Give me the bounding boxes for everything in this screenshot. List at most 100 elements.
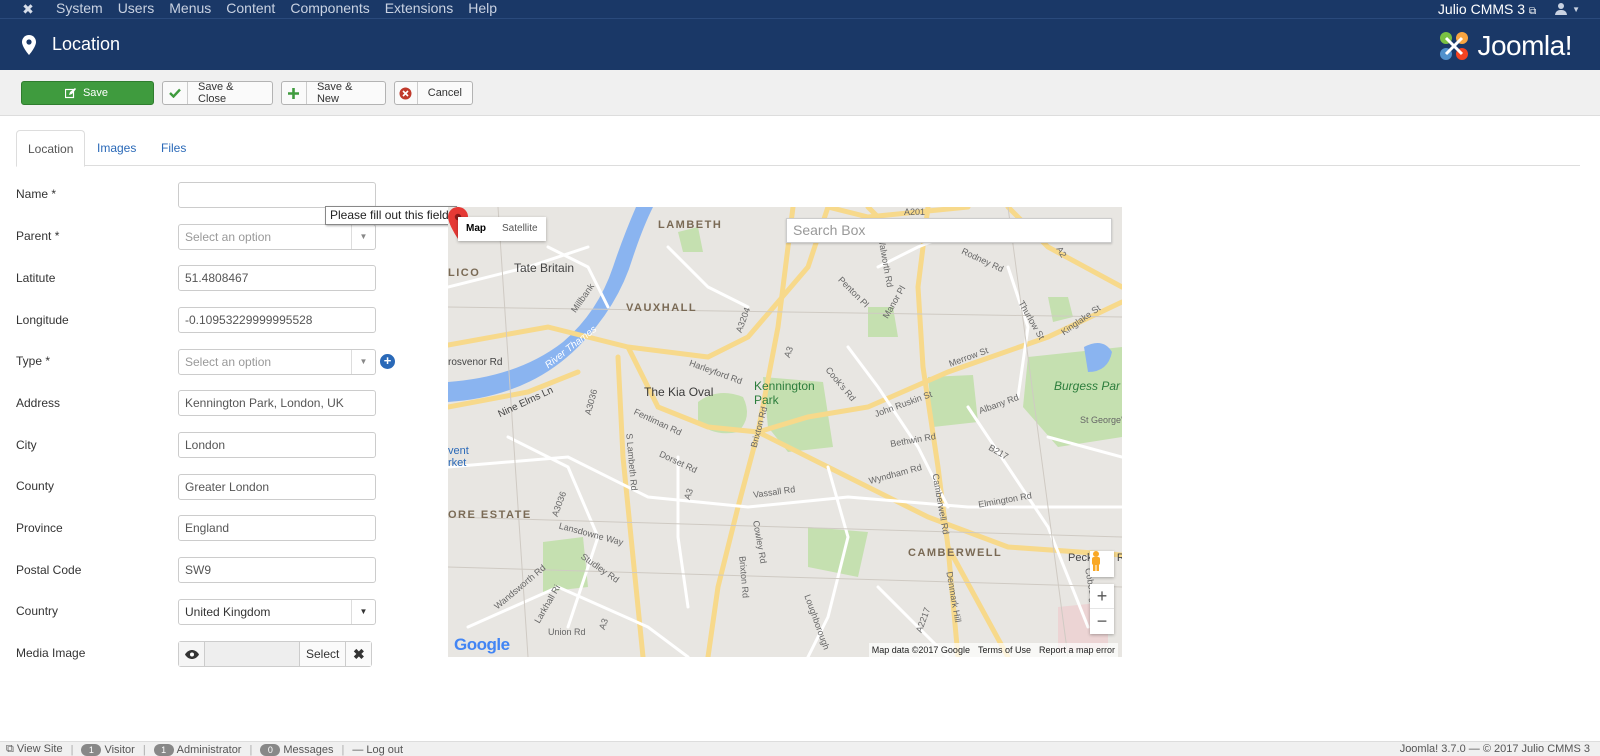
street-view-pegman-icon[interactable] — [1090, 551, 1114, 577]
country-select[interactable]: United Kingdom ▼ — [178, 599, 376, 625]
county-label: County — [16, 479, 55, 493]
name-input[interactable] — [178, 182, 376, 208]
status-footer: ⧉ View Site | 1 Visitor | 1 Administrator … — [0, 741, 1600, 756]
logout-link[interactable]: — Log out — [352, 744, 403, 756]
save-new-button[interactable]: Save & New — [281, 81, 386, 105]
visitor-label: Visitor — [104, 743, 135, 756]
toolbar: Save Save & Close Save & New Cancel — [0, 70, 1600, 116]
tab-images[interactable]: Images — [86, 130, 147, 166]
save-button[interactable]: Save — [21, 81, 154, 105]
map-attribution: Map data ©2017 Google Terms of Use Repor… — [868, 643, 1118, 657]
page-title: Location — [52, 34, 121, 54]
parent-label: Parent * — [16, 229, 60, 243]
map-type-map-button[interactable]: Map — [458, 217, 494, 241]
map-data-text: Map data ©2017 Google — [871, 645, 970, 655]
type-select[interactable]: Select an option ▼ — [178, 349, 376, 375]
menu-system[interactable]: System — [56, 0, 103, 18]
save-close-label: Save & Close — [198, 81, 234, 105]
country-label: Country — [16, 604, 59, 618]
zoom-in-button[interactable]: + — [1090, 584, 1114, 609]
chevron-down-icon: ▼ — [351, 600, 375, 624]
map-label: Park — [754, 393, 779, 407]
map-label: A201 — [904, 207, 926, 217]
map-view[interactable]: LAMBETH LICO Tate Britain VAUXHALL River… — [448, 207, 1122, 657]
address-input[interactable]: Kennington Park, London, UK — [178, 390, 376, 416]
map-label: CAMBERWELL — [908, 547, 1003, 559]
longitude-input[interactable]: -0.10953229999995528 — [178, 307, 376, 333]
media-image-label: Media Image — [16, 646, 86, 660]
messages-link[interactable]: 0 Messages — [260, 743, 334, 756]
view-site-label: View Site — [16, 743, 63, 755]
joomla-logo-icon — [1440, 32, 1469, 60]
map-label: Kennington — [754, 379, 815, 393]
postal-code-input[interactable]: SW9 — [178, 557, 376, 583]
site-link[interactable]: Julio CMMS 3 ⧉ — [1438, 1, 1536, 17]
name-label: Name * — [16, 187, 57, 201]
brand-wordmark: Joomla! — [1477, 30, 1572, 61]
user-icon[interactable] — [1554, 2, 1568, 16]
plus-icon — [282, 82, 307, 104]
province-input[interactable]: England — [178, 515, 376, 541]
latitude-input[interactable]: 51.4808467 — [178, 265, 376, 291]
report-map-error-link[interactable]: Report a map error — [1039, 643, 1115, 657]
topnav-right: Julio CMMS 3 ⧉ ▼ — [1438, 0, 1580, 18]
cancel-button[interactable]: Cancel — [394, 81, 473, 105]
menu-content[interactable]: Content — [226, 0, 275, 18]
map-search-input[interactable]: Search Box — [786, 218, 1112, 243]
chevron-down-icon: ▼ — [351, 225, 375, 249]
longitude-label: Longitude — [16, 313, 69, 327]
media-image-field: Select ✖ — [178, 641, 373, 667]
cancel-label: Cancel — [427, 87, 462, 99]
tab-location[interactable]: Location — [16, 130, 86, 167]
terms-of-use-link[interactable]: Terms of Use — [978, 643, 1031, 657]
map-label: LICO — [448, 267, 481, 279]
save-close-button[interactable]: Save & Close — [162, 81, 273, 105]
media-path-input[interactable] — [205, 642, 299, 666]
validation-tooltip: Please fill out this field. — [325, 206, 458, 225]
map-label: The Kia Oval — [644, 385, 714, 399]
menu-users[interactable]: Users — [118, 0, 155, 18]
footer-left: ⧉ View Site | 1 Visitor | 1 Administrator … — [6, 743, 403, 756]
tab-bar: Location Images Files — [16, 130, 1580, 167]
checkmark-icon — [163, 82, 188, 104]
map-label: Burgess Par — [1054, 379, 1121, 393]
menu-components[interactable]: Components — [290, 0, 369, 18]
map-marker-icon — [22, 35, 36, 55]
tab-files[interactable]: Files — [150, 130, 197, 166]
cancel-icon — [395, 82, 418, 104]
map-label: Tate Britain — [514, 261, 575, 275]
address-label: Address — [16, 396, 61, 410]
messages-label: Messages — [283, 743, 334, 756]
visitors-link[interactable]: 1 Visitor — [81, 743, 135, 756]
chevron-down-icon[interactable]: ▼ — [1572, 5, 1580, 14]
save-label: Save — [82, 87, 109, 99]
joomla-menu-icon[interactable]: ✖ — [20, 1, 36, 17]
media-select-button[interactable]: Select — [299, 642, 346, 666]
divider: | — [142, 743, 146, 756]
city-input[interactable]: London — [178, 432, 376, 458]
zoom-out-button[interactable]: − — [1090, 609, 1114, 634]
google-logo: Google — [454, 635, 510, 655]
messages-count-badge: 0 — [260, 743, 281, 756]
parent-select[interactable]: Select an option ▼ — [178, 224, 376, 250]
menu-help[interactable]: Help — [468, 0, 497, 18]
external-link-icon: ⧉ — [6, 743, 14, 755]
administrators-link[interactable]: 1 Administrator — [153, 743, 241, 756]
eye-icon[interactable] — [179, 642, 205, 666]
menu-extensions[interactable]: Extensions — [385, 0, 453, 18]
type-select-value: Select an option — [185, 355, 272, 369]
view-site-link[interactable]: ⧉ View Site — [6, 743, 63, 756]
clear-icon[interactable]: ✖ — [345, 642, 372, 666]
divider: | — [70, 743, 74, 756]
map-label: St George's — [1080, 415, 1122, 425]
logout-label: Log out — [366, 743, 404, 756]
visitor-count-badge: 1 — [81, 743, 102, 756]
map-type-satellite-button[interactable]: Satellite — [494, 217, 546, 241]
menu-menus[interactable]: Menus — [169, 0, 211, 18]
map-label: ORE ESTATE — [448, 509, 532, 521]
map-label: Union Rd — [548, 627, 586, 637]
country-select-value: United Kingdom — [185, 605, 271, 619]
add-type-button[interactable]: + — [380, 354, 395, 369]
chevron-down-icon: ▼ — [351, 350, 375, 374]
county-input[interactable]: Greater London — [178, 474, 376, 500]
